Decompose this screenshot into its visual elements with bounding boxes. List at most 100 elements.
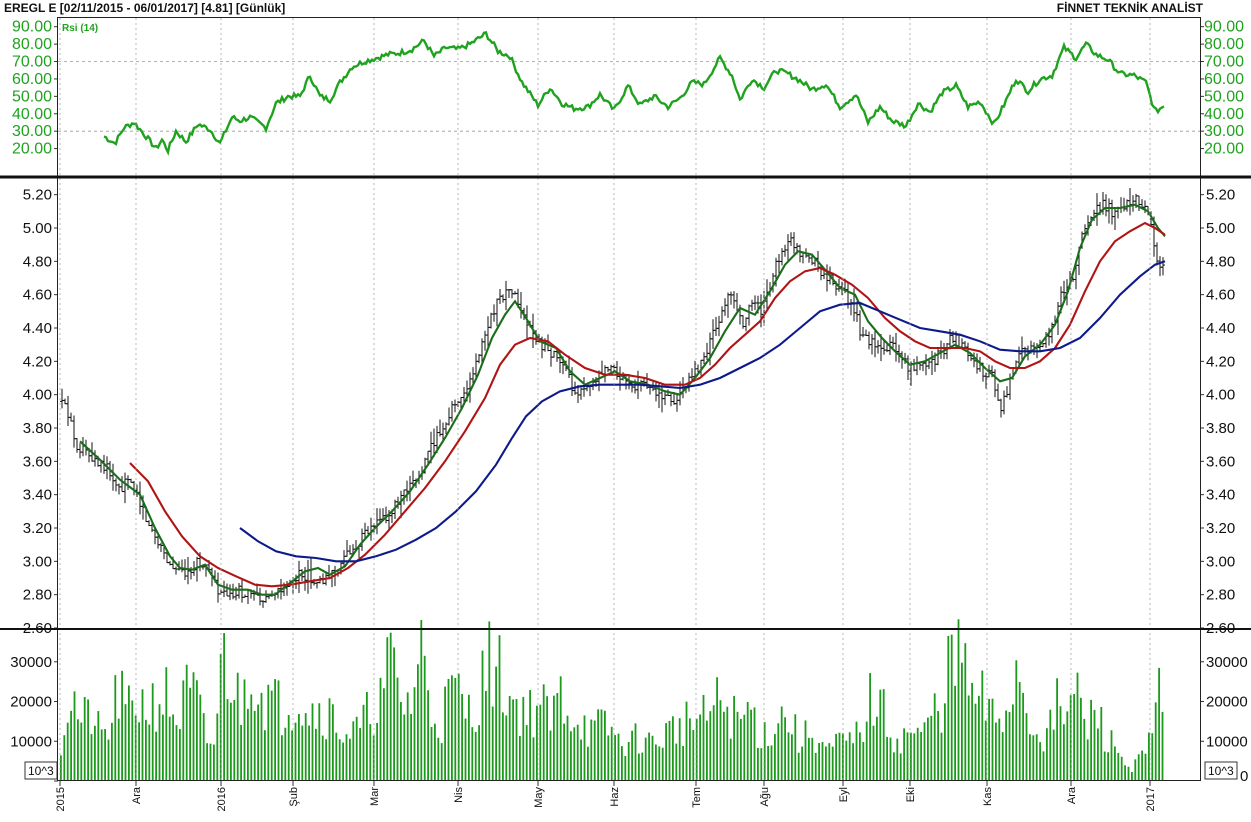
volume-bar bbox=[930, 715, 933, 781]
price-panel: 2.60 2.602.80 2.803.00 3.003.20 3.203.40 3.40… bbox=[23, 187, 1235, 637]
volume-bar bbox=[651, 735, 654, 781]
volume-bar bbox=[838, 732, 841, 781]
volume-bar bbox=[461, 693, 463, 781]
volume-bar bbox=[427, 690, 429, 781]
volume-bar bbox=[753, 707, 756, 781]
volume-bar bbox=[359, 727, 361, 781]
volume-bar bbox=[444, 686, 446, 781]
volume-tick-label-left: 10000 bbox=[10, 733, 52, 750]
volume-bar bbox=[495, 666, 497, 781]
volume-bar bbox=[1018, 682, 1021, 781]
plot-frame bbox=[57, 17, 1201, 781]
volume-bar bbox=[906, 732, 909, 781]
volume-bar bbox=[70, 710, 72, 781]
volume-bar bbox=[1001, 732, 1004, 781]
volume-bar bbox=[682, 745, 684, 781]
volume-bar bbox=[546, 696, 548, 781]
price-tick-label-left: 4.80 bbox=[23, 253, 52, 270]
volume-bar bbox=[151, 683, 154, 781]
ohlc-bar bbox=[237, 582, 241, 599]
volume-bar bbox=[308, 725, 310, 781]
volume-bar bbox=[899, 753, 902, 781]
volume-bar bbox=[648, 732, 650, 781]
volume-bar bbox=[709, 711, 712, 781]
ohlc-bar bbox=[711, 319, 715, 349]
volume-bar bbox=[376, 722, 378, 781]
ohlc-bar bbox=[669, 393, 673, 407]
volume-bar bbox=[423, 655, 426, 781]
volume-bar bbox=[328, 698, 331, 781]
ohlc-bar bbox=[174, 566, 178, 575]
ohlc-bar bbox=[873, 330, 877, 358]
volume-bar bbox=[580, 739, 582, 781]
volume-bar bbox=[529, 690, 531, 781]
volume-bar bbox=[321, 735, 324, 781]
volume-bar bbox=[349, 738, 351, 781]
volume-bar bbox=[454, 677, 457, 781]
volume-bar bbox=[281, 735, 283, 781]
ohlc-bar bbox=[450, 401, 454, 422]
ohlc-bar bbox=[1104, 194, 1108, 217]
volume-bar bbox=[1032, 735, 1035, 781]
volume-bar bbox=[777, 723, 780, 781]
volume-bar bbox=[750, 709, 752, 781]
volume-bar bbox=[893, 752, 895, 781]
volume-bar bbox=[1103, 751, 1106, 781]
ohlc-bar bbox=[993, 369, 997, 398]
volume-bar bbox=[624, 755, 627, 781]
rsi-tick-label-right: 40.00 bbox=[1204, 106, 1244, 123]
ohlc-bar bbox=[1119, 197, 1123, 213]
time-tick-label: Ara bbox=[131, 786, 143, 804]
rsi-tick-label-right: 70.00 bbox=[1204, 54, 1244, 71]
volume-bar bbox=[940, 732, 943, 781]
rsi-tick-label-right: 80.00 bbox=[1204, 36, 1244, 53]
volume-bar bbox=[508, 696, 511, 781]
volume-bar bbox=[1059, 706, 1062, 781]
volume-bar bbox=[1097, 728, 1099, 781]
ohlc-bar bbox=[1002, 390, 1006, 415]
ohlc-bar bbox=[1005, 386, 1009, 398]
volume-bar bbox=[400, 702, 402, 781]
volume-bar bbox=[1090, 699, 1092, 781]
ohlc-bar bbox=[495, 298, 499, 327]
rsi-tick-label-left: 30.00 bbox=[12, 123, 52, 140]
ohlc-bar bbox=[792, 232, 796, 254]
volume-bar bbox=[522, 696, 525, 781]
volume-bar bbox=[1100, 706, 1103, 781]
price-tick-label-left: 3.60 bbox=[23, 453, 52, 470]
volume-bar bbox=[923, 722, 926, 781]
volume-bar bbox=[277, 680, 280, 781]
time-tick-label: Tem bbox=[691, 787, 703, 808]
moving-average-short-line bbox=[79, 203, 1166, 596]
volume-bar bbox=[1005, 710, 1007, 781]
volume-bar bbox=[1039, 742, 1041, 781]
volume-bar bbox=[179, 729, 181, 781]
volume-bar bbox=[825, 746, 827, 781]
ohlc-bar bbox=[618, 366, 622, 391]
volume-bar bbox=[692, 730, 695, 781]
ohlc-bar bbox=[930, 350, 934, 376]
ohlc-bar bbox=[1122, 197, 1126, 212]
volume-bar bbox=[73, 691, 76, 781]
volume-bar bbox=[1124, 765, 1126, 781]
volume-bar bbox=[1158, 667, 1160, 781]
volume-bar bbox=[1049, 709, 1052, 781]
ohlc-bar bbox=[720, 306, 724, 324]
ohlc-bar bbox=[1161, 257, 1165, 276]
ohlc-bar bbox=[447, 407, 451, 426]
volume-bar bbox=[1120, 756, 1123, 781]
volume-bar bbox=[536, 705, 538, 781]
volume-bar bbox=[549, 730, 552, 781]
volume-bar bbox=[981, 670, 984, 781]
volume-bar bbox=[413, 687, 416, 781]
volume-bar bbox=[253, 710, 256, 781]
price-tick-label-right: 2.80 bbox=[1206, 587, 1235, 604]
ohlc-bar bbox=[915, 356, 919, 376]
time-tick-label: Eyl bbox=[838, 787, 850, 802]
volume-bar bbox=[556, 693, 559, 781]
volume-bar bbox=[835, 733, 837, 781]
price-tick-label-left: 5.20 bbox=[23, 187, 52, 204]
volume-bar bbox=[1008, 712, 1011, 781]
volume-bar bbox=[502, 712, 504, 781]
volume-bar bbox=[230, 702, 232, 781]
